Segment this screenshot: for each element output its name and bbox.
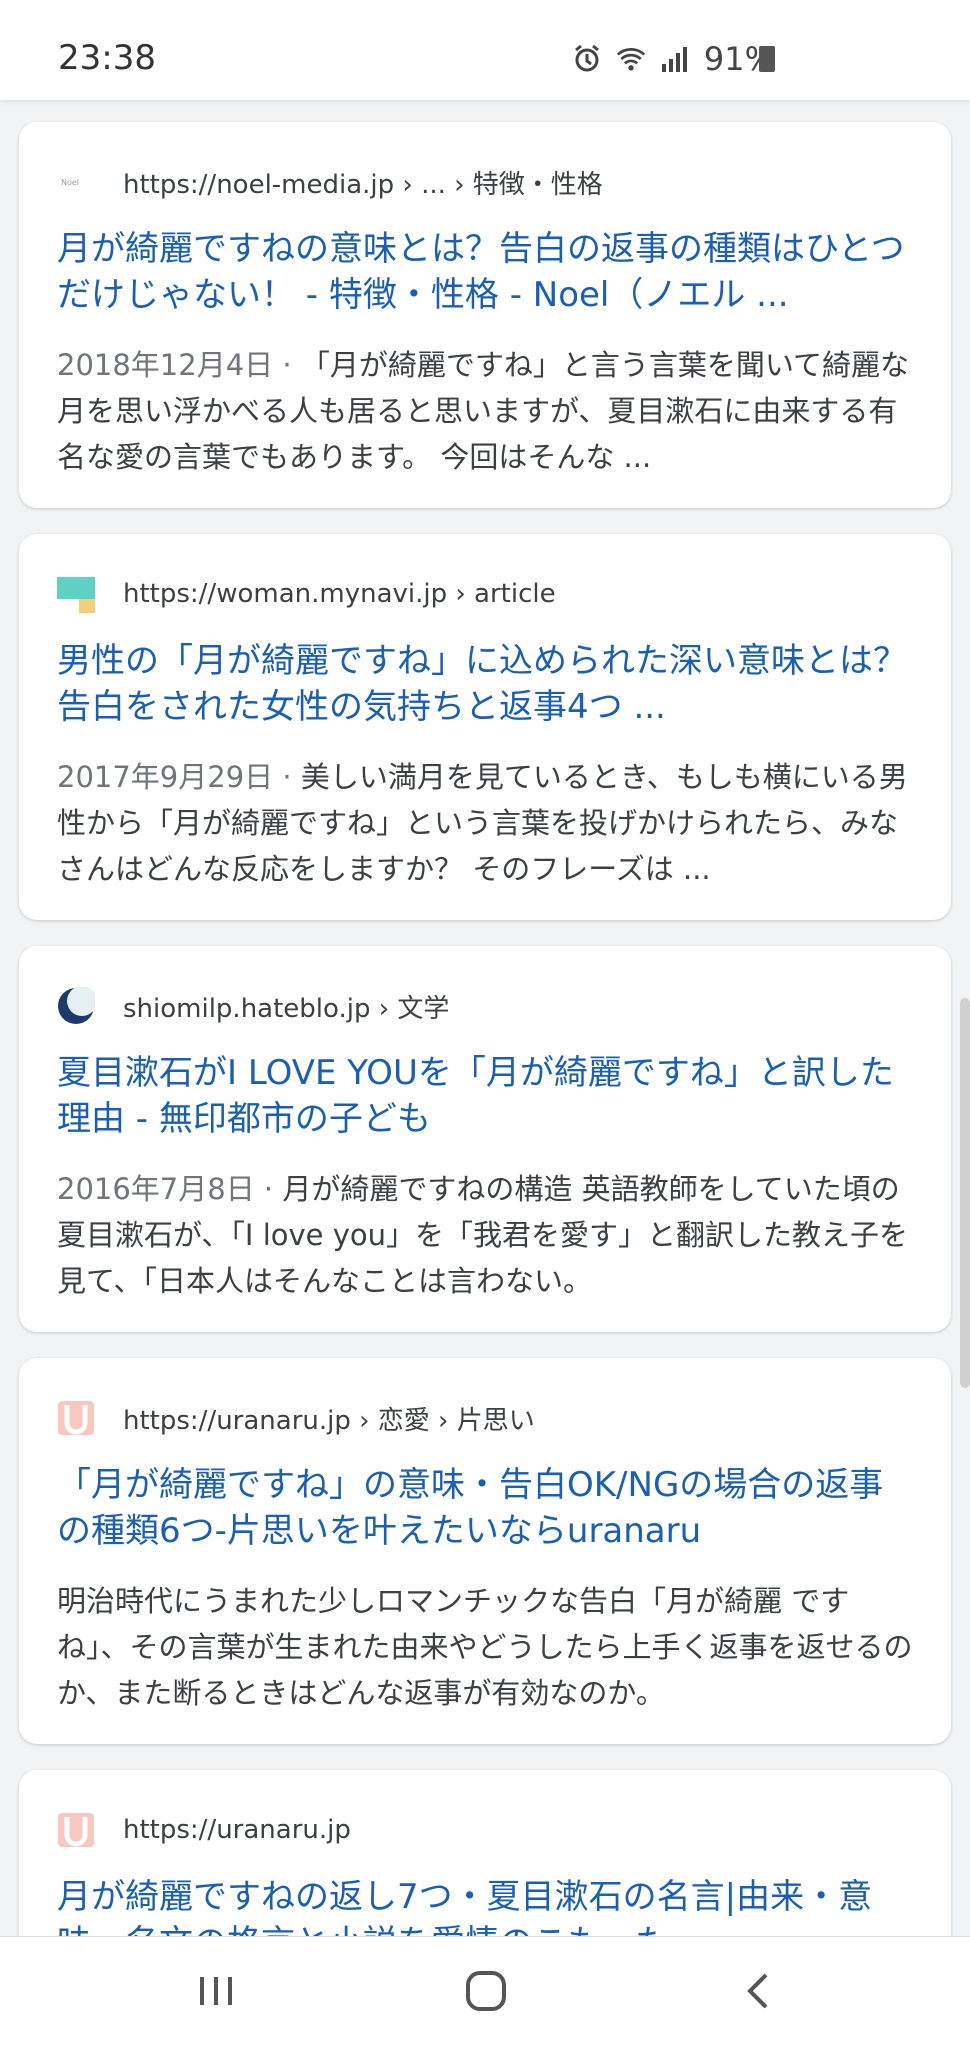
result-source[interactable]: https://uranaru.jp xyxy=(57,1810,351,1850)
result-card[interactable]: Noel https://noel-media.jp › ... › 特徴・性格… xyxy=(19,122,951,508)
result-snippet: 2018年12月4日 · 「月が綺麗ですね」と言う言葉を聞いて綺麗な月を思い浮か… xyxy=(57,342,913,480)
status-bar: 23:38 91% xyxy=(0,0,970,100)
result-card[interactable]: shiomilp.hateblo.jp › 文学 夏目漱石がI LOVE YOU… xyxy=(19,946,951,1332)
result-title[interactable]: 男性の「月が綺麗ですね」に込められた深い意味とは？ 告白をされた女性の気持ちと返… xyxy=(57,638,913,730)
result-snippet-text: 明治時代にうまれた少しロマンチックな告白「月が綺麗 ですね」、その言葉が生まれた… xyxy=(57,1584,913,1710)
result-snippet: 2016年7月8日 · 月が綺麗ですねの構造 英語教師をしていた頃の夏目漱石が、… xyxy=(57,1166,913,1304)
svg-text:Noel: Noel xyxy=(61,178,79,187)
hateblo-favicon-icon xyxy=(57,986,97,1025)
home-icon xyxy=(464,1969,508,2017)
result-card[interactable]: https://uranaru.jp › 恋愛 › 片思い 「月が綺麗ですね」の… xyxy=(19,1358,951,1744)
search-results[interactable]: Noel https://noel-media.jp › ... › 特徴・性格… xyxy=(0,100,970,1936)
result-url: shiomilp.hateblo.jp › 文学 xyxy=(123,993,450,1024)
result-source[interactable]: Noel https://noel-media.jp › ... › 特徴・性格 xyxy=(57,162,603,202)
navigation-bar xyxy=(0,1936,970,2049)
result-card[interactable]: https://uranaru.jp 月が綺麗ですねの返し7つ・夏目漱石の名言|… xyxy=(19,1770,951,1936)
back-icon xyxy=(740,1971,776,2015)
result-card[interactable]: https://woman.mynavi.jp › article 男性の「月が… xyxy=(19,534,951,920)
result-url: https://woman.mynavi.jp › article xyxy=(123,579,556,609)
result-url: https://uranaru.jp › 恋愛 › 片思い xyxy=(123,1405,535,1436)
home-button[interactable] xyxy=(456,1963,516,2023)
status-time: 23:38 xyxy=(58,38,156,78)
status-icons: 91% xyxy=(572,40,775,78)
result-source[interactable]: https://uranaru.jp › 恋愛 › 片思い xyxy=(57,1398,535,1438)
noel-favicon-icon: Noel xyxy=(57,163,95,201)
result-title[interactable]: 「月が綺麗ですね」の意味・告白OK/NGの場合の返事の種類6つ-片思いを叶えたい… xyxy=(57,1462,913,1554)
result-date: 2017年9月29日 · xyxy=(57,760,301,794)
result-title[interactable]: 夏目漱石がI LOVE YOUを「月が綺麗ですね」と訳した理由 - 無印都市の子… xyxy=(57,1050,913,1142)
result-title[interactable]: 月が綺麗ですねの意味とは？告白の返事の種類はひとつだけじゃない！ - 特徴・性格… xyxy=(57,226,913,318)
result-title[interactable]: 月が綺麗ですねの返し7つ・夏目漱石の名言|由来・意味・名文の格言と小説を愛情のこ… xyxy=(57,1874,913,1936)
battery-icon xyxy=(759,46,775,72)
result-date: 2016年7月8日 · xyxy=(57,1172,283,1206)
result-url: https://uranaru.jp xyxy=(123,1815,351,1845)
uranaru-favicon-icon xyxy=(57,1811,95,1849)
scrollbar-thumb[interactable] xyxy=(960,998,970,1388)
result-url: https://noel-media.jp › ... › 特徴・性格 xyxy=(123,169,603,200)
wifi-icon xyxy=(616,44,646,74)
result-snippet: 2017年9月29日 · 美しい満月を見ているとき、もしも横にいる男性から「月が… xyxy=(57,754,913,892)
alarm-icon xyxy=(572,44,602,74)
result-snippet: 明治時代にうまれた少しロマンチックな告白「月が綺麗 ですね」、その言葉が生まれた… xyxy=(57,1578,913,1716)
uranaru-favicon-icon xyxy=(57,1399,95,1437)
result-source[interactable]: https://woman.mynavi.jp › article xyxy=(57,574,556,614)
back-button[interactable] xyxy=(728,1963,788,2023)
recent-apps-icon xyxy=(196,1971,236,2015)
mynavi-favicon-icon xyxy=(57,575,95,613)
result-source[interactable]: shiomilp.hateblo.jp › 文学 xyxy=(57,986,449,1026)
recent-apps-button[interactable] xyxy=(186,1963,246,2023)
result-date: 2018年12月4日 · xyxy=(57,348,301,382)
signal-icon xyxy=(660,44,690,74)
